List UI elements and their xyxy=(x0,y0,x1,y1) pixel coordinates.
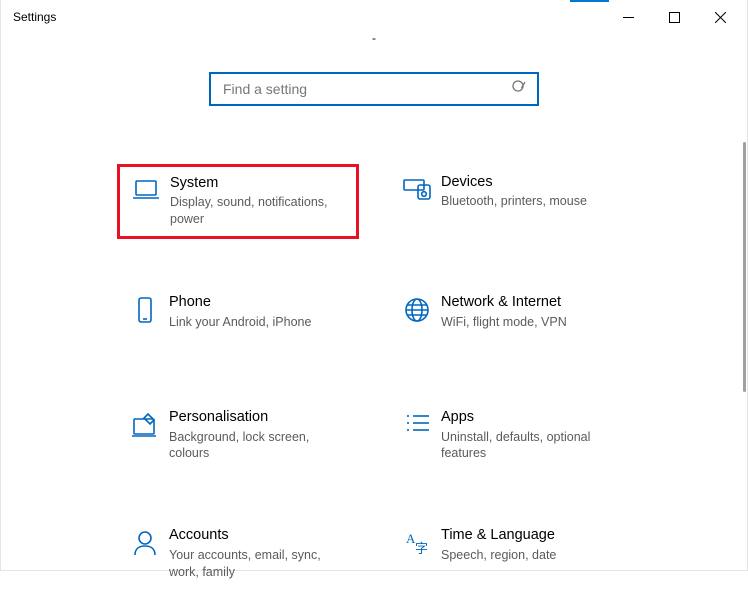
tile-desc: Display, sound, notifications, power xyxy=(170,194,348,228)
maximize-button[interactable] xyxy=(651,0,697,34)
phone-icon xyxy=(123,294,167,326)
content-area: System Display, sound, notifications, po… xyxy=(1,42,747,590)
tile-title: Time & Language xyxy=(441,527,556,544)
tile-title: Phone xyxy=(169,294,311,311)
laptop-icon xyxy=(124,175,168,203)
search-icon xyxy=(511,79,527,100)
tile-system[interactable]: System Display, sound, notifications, po… xyxy=(117,164,359,239)
window-subtitle: - xyxy=(1,34,747,42)
globe-icon xyxy=(395,294,439,324)
tile-accounts[interactable]: Accounts Your accounts, email, sync, wor… xyxy=(117,517,359,590)
tile-desc: WiFi, flight mode, VPN xyxy=(441,314,567,331)
tile-desc: Bluetooth, printers, mouse xyxy=(441,193,587,210)
tile-desc: Link your Android, iPhone xyxy=(169,314,311,331)
tile-title: Devices xyxy=(441,174,587,191)
search-box[interactable] xyxy=(209,72,539,106)
accounts-icon xyxy=(123,527,167,557)
tile-phone[interactable]: Phone Link your Android, iPhone xyxy=(117,284,359,354)
tile-time-language[interactable]: A字 Time & Language Speech, region, date xyxy=(389,517,631,590)
title-bar: Settings xyxy=(1,0,747,34)
accent-strip xyxy=(570,0,609,2)
tile-desc: Background, lock screen, colours xyxy=(169,429,349,463)
tile-title: Accounts xyxy=(169,527,349,544)
tile-personalisation[interactable]: Personalisation Background, lock screen,… xyxy=(117,399,359,472)
tile-title: Network & Internet xyxy=(441,294,567,311)
tile-desc: Uninstall, defaults, optional features xyxy=(441,429,621,463)
tile-devices[interactable]: Devices Bluetooth, printers, mouse xyxy=(389,164,631,239)
minimize-button[interactable] xyxy=(605,0,651,34)
window-title: Settings xyxy=(13,10,56,24)
search-input[interactable] xyxy=(221,80,511,98)
scrollbar-thumb[interactable] xyxy=(743,142,746,392)
apps-icon xyxy=(395,409,439,435)
personalisation-icon xyxy=(123,409,167,439)
close-button[interactable] xyxy=(697,0,743,34)
tile-title: Personalisation xyxy=(169,409,349,426)
tile-title: Apps xyxy=(441,409,621,426)
tile-network[interactable]: Network & Internet WiFi, flight mode, VP… xyxy=(389,284,631,354)
settings-grid: System Display, sound, notifications, po… xyxy=(1,164,747,590)
devices-icon xyxy=(395,174,439,202)
tile-desc: Your accounts, email, sync, work, family xyxy=(169,547,349,581)
scrollbar[interactable] xyxy=(736,142,746,568)
tile-title: System xyxy=(170,175,348,192)
svg-text:字: 字 xyxy=(415,541,428,556)
tile-desc: Speech, region, date xyxy=(441,547,556,564)
tile-apps[interactable]: Apps Uninstall, defaults, optional featu… xyxy=(389,399,631,472)
time-language-icon: A字 xyxy=(395,527,439,557)
